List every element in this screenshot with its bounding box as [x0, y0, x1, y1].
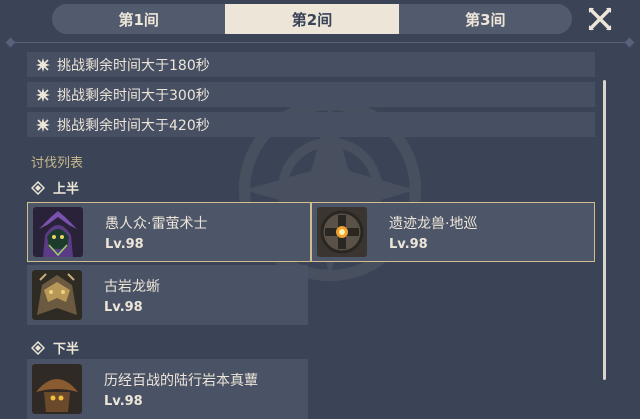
enemy-name: 古岩龙蜥	[104, 278, 160, 295]
tab-chamber-2[interactable]: 第2间	[225, 4, 399, 34]
second-half-label: 下半	[31, 338, 79, 357]
star-icon	[36, 117, 50, 132]
enemy-card[interactable]: 古岩龙蜥 Lv.98	[27, 265, 308, 325]
diamond-icon	[31, 340, 45, 355]
star-icon	[36, 87, 50, 102]
first-half-text: 上半	[53, 182, 80, 197]
condition-text: 挑战剩余时间大于420秒	[57, 117, 210, 134]
star-condition: 挑战剩余时间大于180秒	[27, 52, 595, 77]
enemy-card[interactable]: 遗迹龙兽·地巡 Lv.98	[311, 202, 595, 262]
ruin-drake-portrait	[317, 207, 367, 257]
grounded-geoshroom-portrait	[32, 364, 82, 414]
tab-chamber-3[interactable]: 第3间	[399, 4, 572, 34]
second-half-text: 下半	[53, 342, 80, 357]
enemy-level: Lv.98	[105, 236, 144, 252]
star-condition: 挑战剩余时间大于300秒	[27, 82, 595, 107]
cicin-mage-portrait	[33, 207, 83, 257]
star-icon	[36, 57, 50, 72]
enemy-card[interactable]: 历经百战的陆行岩本真蕈 Lv.98	[27, 359, 308, 419]
enemy-name: 遗迹龙兽·地巡	[389, 215, 478, 232]
star-condition: 挑战剩余时间大于420秒	[27, 112, 595, 137]
condition-text: 挑战剩余时间大于180秒	[57, 57, 210, 74]
close-icon[interactable]	[587, 6, 613, 32]
first-half-label: 上半	[31, 178, 79, 197]
enemy-level: Lv.98	[104, 393, 143, 409]
enemy-level: Lv.98	[389, 236, 428, 252]
header-divider	[5, 37, 635, 48]
tab-chamber-1[interactable]: 第1间	[52, 4, 225, 34]
primo-geovishap-portrait	[32, 270, 82, 320]
condition-text: 挑战剩余时间大于300秒	[57, 87, 210, 104]
enemy-card[interactable]: 愚人众·雷萤术士 Lv.98	[27, 202, 311, 262]
diamond-icon	[31, 180, 45, 195]
chamber-tabs: 第1间 第2间 第3间	[52, 4, 572, 34]
enemy-name: 历经百战的陆行岩本真蕈	[104, 372, 258, 389]
enemy-list-title: 讨伐列表	[31, 156, 84, 171]
enemy-name: 愚人众·雷萤术士	[105, 215, 208, 232]
scrollbar[interactable]	[603, 80, 606, 380]
enemy-level: Lv.98	[104, 299, 143, 315]
